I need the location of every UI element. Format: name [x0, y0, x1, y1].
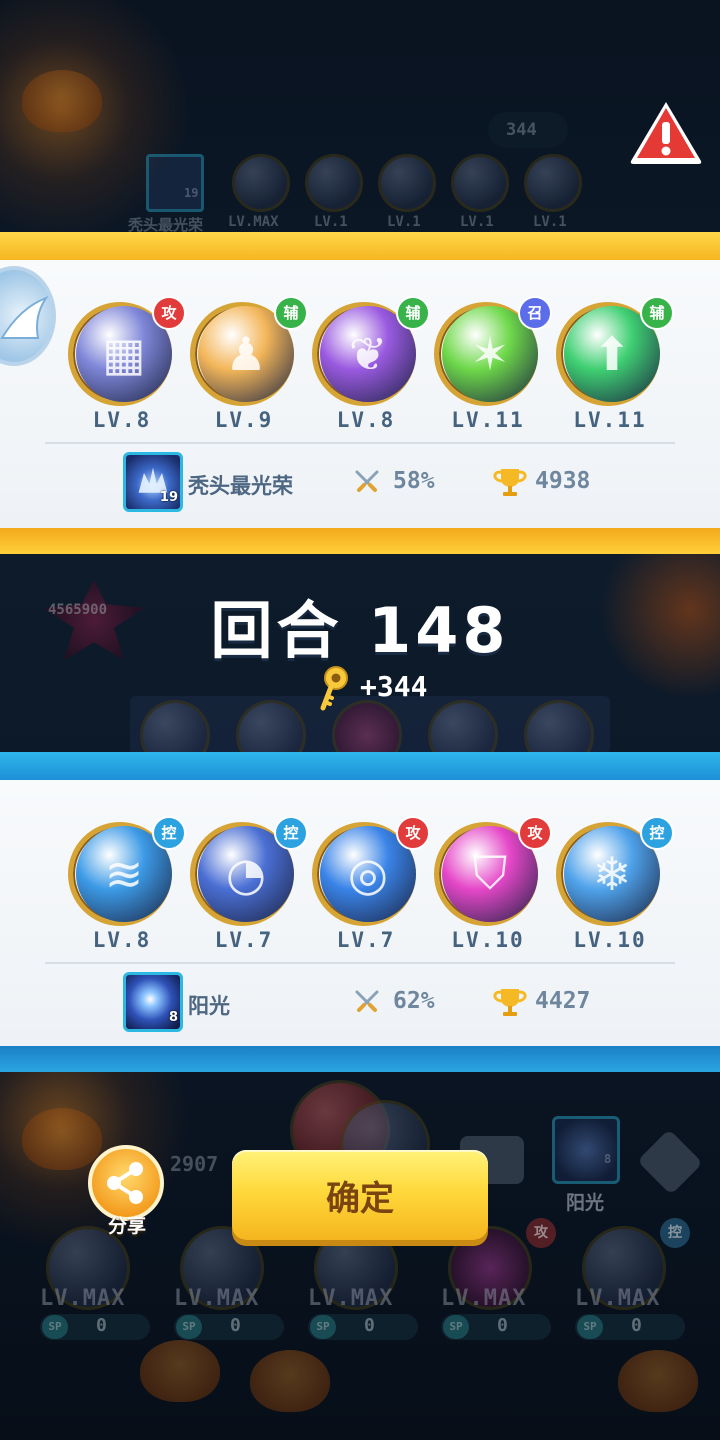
shark-fin-icon [0, 295, 49, 339]
skill-level: LV.10 [451, 928, 525, 952]
skill-level: LV.10 [573, 928, 647, 952]
panel-bottom-bar [0, 1046, 720, 1072]
skill-slot[interactable]: ❦ 辅 LV.8 [312, 296, 430, 436]
share-label: 分享 [107, 1215, 146, 1237]
skill-slot[interactable]: ✶ 召 LV.11 [434, 296, 552, 436]
skill-type-badge: 攻 [518, 816, 552, 850]
skill-slot[interactable]: ≋ 控 LV.8 [68, 816, 186, 956]
skill-type-badge: 控 [640, 816, 674, 850]
player-2-name: 阳光 [188, 994, 230, 1018]
panel-divider [45, 442, 675, 444]
skill-type-badge: 控 [152, 816, 186, 850]
skill-slot[interactable]: ♟ 辅 LV.9 [190, 296, 308, 436]
crossed-swords-icon [355, 470, 379, 492]
trophy-icon [493, 469, 527, 496]
panel-top-bar [0, 232, 720, 260]
skill-level: LV.8 [92, 928, 152, 952]
skill-level: LV.11 [451, 408, 525, 432]
skill-level: LV.8 [336, 408, 396, 432]
panel-divider [45, 962, 675, 964]
skill-type-badge: 辅 [396, 296, 430, 330]
share-icon [107, 1162, 143, 1204]
skill-slot[interactable]: ⛉ 攻 LV.10 [434, 816, 552, 956]
crossed-swords-icon [355, 990, 379, 1012]
confirm-button[interactable]: 确定 [232, 1150, 488, 1240]
skill-slot[interactable]: ❄ 控 LV.10 [556, 816, 674, 956]
avatar-level: 19 [159, 490, 178, 505]
share-circle [88, 1145, 164, 1221]
skill-level: LV.9 [214, 408, 274, 432]
panel-bottom-bar [0, 528, 720, 554]
panel-top-bar [0, 752, 720, 780]
skill-type-badge: 辅 [640, 296, 674, 330]
skill-type-badge: 辅 [274, 296, 308, 330]
skill-level: LV.7 [214, 928, 274, 952]
round-title: 回合 148 [210, 594, 510, 667]
player-2-win-rate: 62% [393, 988, 435, 1014]
skill-type-badge: 召 [518, 296, 552, 330]
round-key-reward: +344 [360, 670, 428, 703]
skill-slot[interactable]: ▦ 攻 LV.8 [68, 296, 186, 436]
skill-level: LV.7 [336, 928, 396, 952]
player-1-trophies: 4938 [535, 468, 591, 494]
skill-type-badge: 控 [274, 816, 308, 850]
player-2-avatar[interactable]: 8 [123, 972, 183, 1032]
skill-slot[interactable]: ◎ 攻 LV.7 [312, 816, 430, 956]
skill-slot[interactable]: ⬆ 辅 LV.11 [556, 296, 674, 436]
trophy-icon [493, 989, 527, 1016]
player-2-trophies: 4427 [535, 988, 591, 1014]
warning-icon[interactable] [628, 98, 704, 166]
player-1-name: 秃头最光荣 [188, 474, 293, 498]
player-1-avatar[interactable]: 19 [123, 452, 183, 512]
avatar-level: 8 [168, 1010, 178, 1025]
share-button[interactable]: 分享 [88, 1145, 166, 1237]
skill-level: LV.11 [573, 408, 647, 432]
skill-type-badge: 攻 [152, 296, 186, 330]
player-1-win-rate: 58% [393, 468, 435, 494]
skill-level: LV.8 [92, 408, 152, 432]
key-icon [320, 666, 348, 711]
skill-slot[interactable]: ◔ 控 LV.7 [190, 816, 308, 956]
skill-type-badge: 攻 [396, 816, 430, 850]
